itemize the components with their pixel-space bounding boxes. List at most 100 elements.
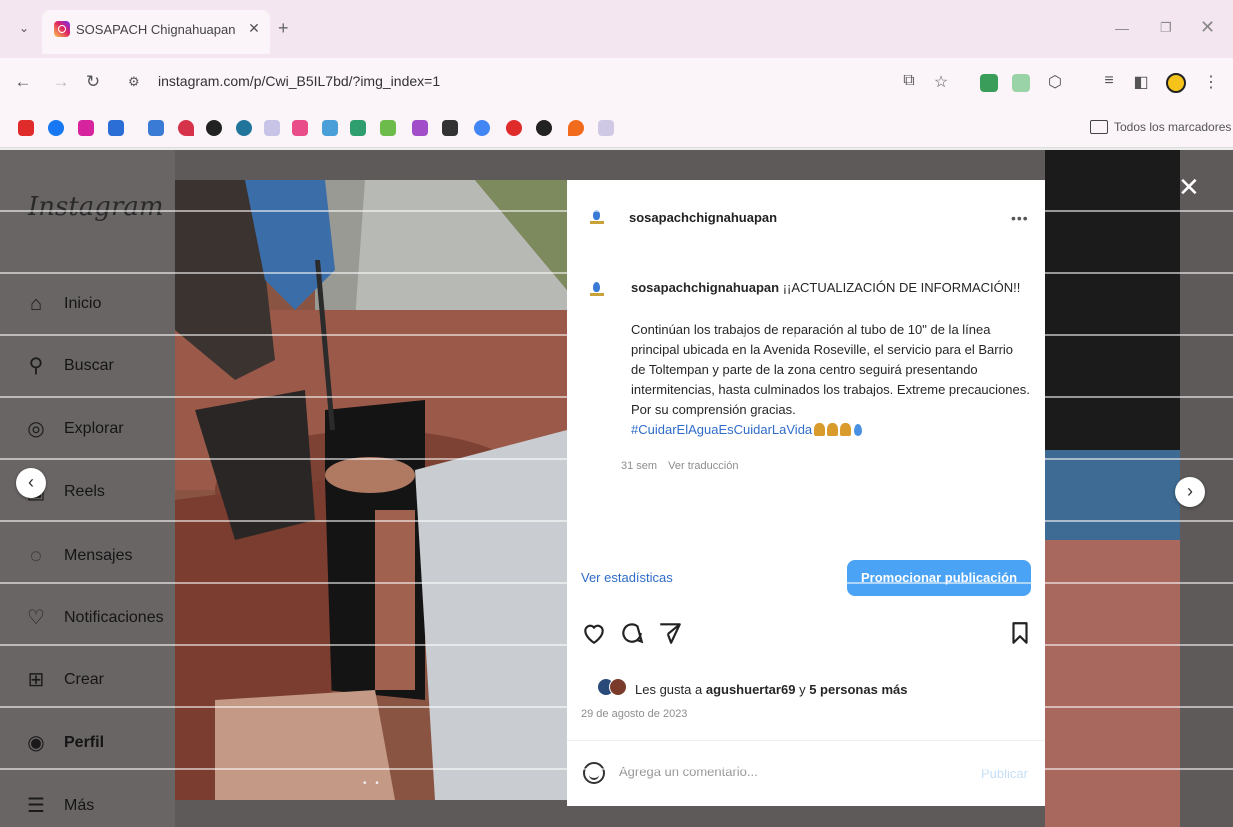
install-app-icon[interactable]: ⧉: [898, 72, 920, 90]
tab-close-icon[interactable]: ✕: [244, 18, 264, 38]
nav-mas[interactable]: ☰ Más: [24, 790, 194, 824]
likes-summary[interactable]: Les gusta a agushuertar69 y 5 personas m…: [635, 682, 907, 697]
caption-username[interactable]: sosapachchignahuapan: [631, 280, 779, 295]
folder-icon[interactable]: [1090, 120, 1108, 134]
bookmark-icon[interactable]: [322, 120, 338, 136]
bookmark-icon[interactable]: [292, 120, 308, 136]
new-tab-button[interactable]: +: [278, 18, 289, 39]
caption-text: Continúan los trabajos de reparación al …: [631, 322, 1030, 417]
caption-headline: ¡¡ACTUALIZACIÓN DE INFORMACIÓN!!: [782, 280, 1021, 295]
home-icon: ⌂: [29, 293, 43, 315]
instagram-bookmark-icon[interactable]: [78, 120, 94, 136]
window-close-icon[interactable]: ✕: [1200, 17, 1215, 38]
wordpress-bookmark-icon[interactable]: [236, 120, 252, 136]
bookmark-icon[interactable]: [536, 120, 552, 136]
browser-tab-active[interactable]: SOSAPACH Chignahuapan (@ ✕: [42, 10, 270, 54]
bookmark-icon[interactable]: [206, 120, 222, 136]
minimize-icon[interactable]: —: [1115, 20, 1129, 36]
caption-header: sosapachchignahuapan ¡¡ACTUALIZACIÓN DE …: [631, 278, 1031, 298]
caption-hashtag[interactable]: #CuidarElAguaEsCuidarLaVida: [631, 422, 812, 437]
bookmark-icon[interactable]: [178, 120, 194, 136]
post-panel: sosapachchignahuapan ••• sosapachchignah…: [567, 180, 1045, 806]
heart-icon: ♡: [27, 607, 45, 629]
tab-search-icon[interactable]: ⌄: [14, 18, 34, 38]
browser-menu-icon[interactable]: ⋮: [1200, 72, 1222, 92]
menu-icon: ☰: [27, 795, 45, 817]
caption-body: Continúan los trabajos de reparación al …: [631, 320, 1031, 440]
bookmark-icon[interactable]: [264, 120, 280, 136]
reading-list-icon[interactable]: ≡: [1098, 72, 1120, 90]
nav-reels[interactable]: ▣ Reels: [24, 476, 194, 510]
browser-toolbar: ← → ↻ ⚙ instagram.com/p/Cwi_B5IL7bd/?img…: [0, 58, 1233, 108]
bookmark-icon[interactable]: [598, 120, 614, 136]
carousel-dots: • •: [363, 778, 382, 789]
search-icon: ⚲: [28, 355, 44, 377]
next-post-arrow-icon[interactable]: ›: [1175, 477, 1205, 507]
bookmark-icon[interactable]: [148, 120, 164, 136]
bookmark-icon[interactable]: [108, 120, 124, 136]
bookmark-icon[interactable]: [506, 120, 522, 136]
forward-arrow-icon[interactable]: →: [50, 72, 72, 92]
back-arrow-icon[interactable]: ←: [12, 72, 34, 92]
tab-title: SOSAPACH Chignahuapan (@: [76, 22, 236, 37]
close-modal-icon[interactable]: ✕: [1178, 172, 1200, 203]
youtube-bookmark-icon[interactable]: [18, 120, 34, 136]
post-author-avatar[interactable]: [587, 208, 607, 228]
side-panel-icon[interactable]: ◧: [1130, 72, 1152, 92]
liker-username[interactable]: agushuertar69: [706, 682, 796, 697]
nav-perfil[interactable]: ◉ Perfil: [24, 727, 194, 761]
caption-author-avatar[interactable]: [587, 280, 607, 300]
time-ago[interactable]: 31 sem: [621, 460, 657, 472]
emoji-icon: [827, 423, 839, 436]
promote-post-button[interactable]: Promocionar publicación: [847, 560, 1031, 596]
instagram-logo[interactable]: Instagram: [28, 192, 164, 222]
bookmark-icon[interactable]: [380, 120, 396, 136]
nav-explorar[interactable]: ◎ Explorar: [24, 413, 194, 447]
bookmark-icon[interactable]: [350, 120, 366, 136]
comment-icon[interactable]: [619, 620, 645, 646]
translate-link[interactable]: Ver traducción: [668, 460, 738, 472]
background-feed-image: [1045, 540, 1180, 827]
post-header-username[interactable]: sosapachchignahuapan: [629, 210, 777, 225]
caption-meta: 31 sem Ver traducción: [621, 460, 746, 472]
bookmark-icon[interactable]: [442, 120, 458, 136]
nav-buscar[interactable]: ⚲ Buscar: [24, 350, 194, 384]
plus-square-icon: ⊞: [27, 669, 45, 691]
google-bookmark-icon[interactable]: [474, 120, 490, 136]
nav-crear[interactable]: ⊞ Crear: [24, 664, 194, 698]
more-options-icon[interactable]: •••: [1011, 210, 1029, 226]
like-heart-icon[interactable]: [581, 620, 607, 646]
bookmark-icon[interactable]: [412, 120, 428, 136]
address-bar[interactable]: instagram.com/p/Cwi_B5IL7bd/?img_index=1: [158, 73, 440, 89]
share-icon[interactable]: [657, 620, 683, 646]
post-photo[interactable]: • •: [175, 180, 567, 800]
nav-notificaciones[interactable]: ♡ Notificaciones: [24, 602, 194, 636]
prev-post-arrow-icon[interactable]: ‹: [16, 468, 46, 498]
profile-icon: ◉: [27, 732, 45, 754]
all-bookmarks-link[interactable]: Todos los marcadores: [1114, 120, 1231, 134]
publish-comment-button[interactable]: Publicar: [981, 766, 1028, 781]
divider: [567, 740, 1045, 741]
likes-others[interactable]: 5 personas más: [809, 682, 907, 697]
emoji-picker-icon[interactable]: [583, 762, 605, 784]
bookmark-icon[interactable]: [568, 120, 584, 136]
extension-icon[interactable]: [1012, 74, 1030, 92]
instagram-favicon-icon: [54, 21, 70, 37]
bookmark-star-icon[interactable]: ☆: [930, 72, 952, 92]
extension-shield-icon[interactable]: [980, 74, 998, 92]
site-info-icon[interactable]: ⚙: [128, 74, 140, 90]
reload-icon[interactable]: ↻: [82, 72, 104, 92]
save-bookmark-icon[interactable]: [1007, 620, 1033, 646]
likers-avatars[interactable]: [597, 678, 631, 698]
profile-avatar[interactable]: [1166, 73, 1186, 93]
background-feed-image: [1045, 450, 1180, 540]
nav-mensajes[interactable]: ◌ Mensajes: [24, 540, 194, 574]
facebook-bookmark-icon[interactable]: [48, 120, 64, 136]
nav-inicio[interactable]: ⌂ Inicio: [24, 288, 194, 322]
bookmarks-bar: Todos los marcadores: [0, 108, 1233, 148]
restore-icon[interactable]: ❐: [1160, 20, 1172, 36]
comment-input[interactable]: [619, 764, 959, 779]
view-insights-link[interactable]: Ver estadísticas: [581, 570, 673, 585]
emoji-icon: [814, 423, 826, 436]
extensions-puzzle-icon[interactable]: ⬡: [1044, 72, 1066, 92]
